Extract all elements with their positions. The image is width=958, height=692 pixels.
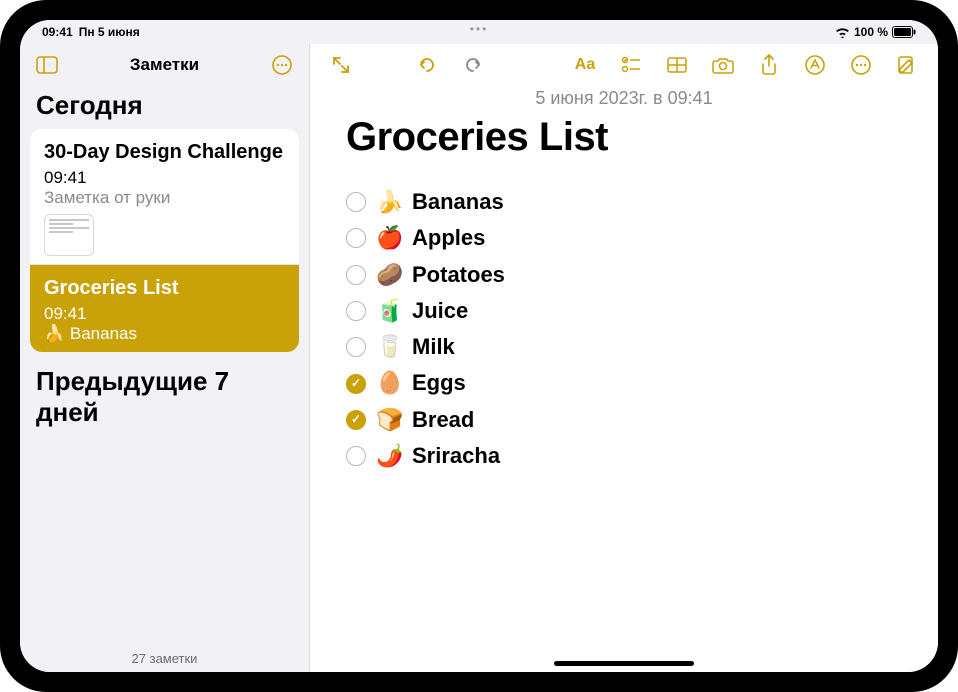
note-title[interactable]: Groceries List — [346, 115, 902, 160]
checklist-item[interactable]: 🍌 Bananas — [346, 184, 902, 220]
check-circle[interactable] — [346, 446, 366, 466]
item-emoji: 🥛 — [376, 329, 402, 365]
item-label: Apples — [412, 220, 485, 256]
item-emoji: 🥔 — [376, 257, 402, 293]
undo-icon[interactable] — [414, 52, 440, 78]
note-list-item[interactable]: Groceries List 09:41 🍌 Bananas — [30, 265, 299, 352]
note-item-time: 09:41 — [44, 168, 285, 188]
note-item-preview: Заметка от руки — [44, 188, 285, 208]
note-date: 5 июня 2023г. в 09:41 — [310, 88, 938, 109]
item-label: Bread — [412, 402, 474, 438]
item-emoji: 🧃 — [376, 293, 402, 329]
battery-icon — [892, 26, 916, 38]
checklist-item[interactable]: 🥔 Potatoes — [346, 257, 902, 293]
checklist-item[interactable]: 🥚 Eggs — [346, 365, 902, 401]
item-label: Potatoes — [412, 257, 505, 293]
redo-icon[interactable] — [460, 52, 486, 78]
check-circle[interactable] — [346, 410, 366, 430]
toggle-sidebar-icon[interactable] — [34, 52, 60, 78]
editor: Aa — [310, 44, 938, 672]
check-circle[interactable] — [346, 228, 366, 248]
multitask-indicator[interactable]: ••• — [470, 22, 489, 36]
screen: 09:41 Пн 5 июня 100 % Заме — [20, 20, 938, 672]
item-label: Sriracha — [412, 438, 500, 474]
camera-icon[interactable] — [710, 52, 736, 78]
section-prev7: Предыдущие 7 дней — [20, 362, 309, 436]
sidebar: Заметки Сегодня 30-Day Design Challenge … — [20, 44, 310, 672]
status-date: Пн 5 июня — [79, 25, 140, 39]
more-options-icon[interactable] — [269, 52, 295, 78]
check-circle[interactable] — [346, 301, 366, 321]
wifi-icon — [835, 27, 850, 38]
item-label: Juice — [412, 293, 468, 329]
more-icon[interactable] — [848, 52, 874, 78]
markup-icon[interactable] — [802, 52, 828, 78]
item-label: Bananas — [412, 184, 504, 220]
note-item-thumbnail — [44, 214, 94, 256]
sidebar-title: Заметки — [130, 55, 199, 75]
compose-icon[interactable] — [894, 52, 920, 78]
table-icon[interactable] — [664, 52, 690, 78]
checklist-item[interactable]: 🧃 Juice — [346, 293, 902, 329]
home-indicator[interactable] — [554, 661, 694, 666]
item-emoji: 🍞 — [376, 402, 402, 438]
item-emoji: 🥚 — [376, 365, 402, 401]
editor-toolbar: Aa — [310, 44, 938, 86]
note-item-title: 30-Day Design Challenge — [44, 141, 285, 164]
item-emoji: 🌶️ — [376, 438, 402, 474]
note-item-time: 09:41 — [44, 304, 285, 324]
check-circle[interactable] — [346, 265, 366, 285]
item-emoji: 🍎 — [376, 220, 402, 256]
checklist-icon[interactable] — [618, 52, 644, 78]
note-list-item[interactable]: 30-Day Design Challenge 09:41 Заметка от… — [30, 129, 299, 265]
checklist-item[interactable]: 🌶️ Sriracha — [346, 438, 902, 474]
check-circle[interactable] — [346, 374, 366, 394]
sidebar-footer: 27 заметки — [20, 643, 309, 672]
note-body[interactable]: Groceries List 🍌Bananas🍎Apples🥔Potatoes🧃… — [310, 109, 938, 474]
section-today: Сегодня — [20, 86, 309, 129]
status-time: 09:41 — [42, 25, 73, 39]
battery-label: 100 % — [854, 25, 888, 39]
item-emoji: 🍌 — [376, 184, 402, 220]
expand-icon[interactable] — [328, 52, 354, 78]
checklist-item[interactable]: 🍞 Bread — [346, 402, 902, 438]
note-item-title: Groceries List — [44, 277, 285, 300]
item-label: Milk — [412, 329, 455, 365]
check-circle[interactable] — [346, 337, 366, 357]
checklist-item[interactable]: 🍎 Apples — [346, 220, 902, 256]
checklist-item[interactable]: 🥛 Milk — [346, 329, 902, 365]
check-circle[interactable] — [346, 192, 366, 212]
device-frame: ••• 09:41 Пн 5 июня 100 % — [0, 0, 958, 692]
item-label: Eggs — [412, 365, 466, 401]
checklist[interactable]: 🍌 Bananas 🍎 Apples 🥔 Potatoes 🧃 Juice 🥛 Milk 🥚 Eggs… — [346, 184, 902, 474]
format-icon[interactable]: Aa — [572, 52, 598, 78]
note-item-preview: 🍌 Bananas — [44, 324, 285, 344]
share-icon[interactable] — [756, 52, 782, 78]
